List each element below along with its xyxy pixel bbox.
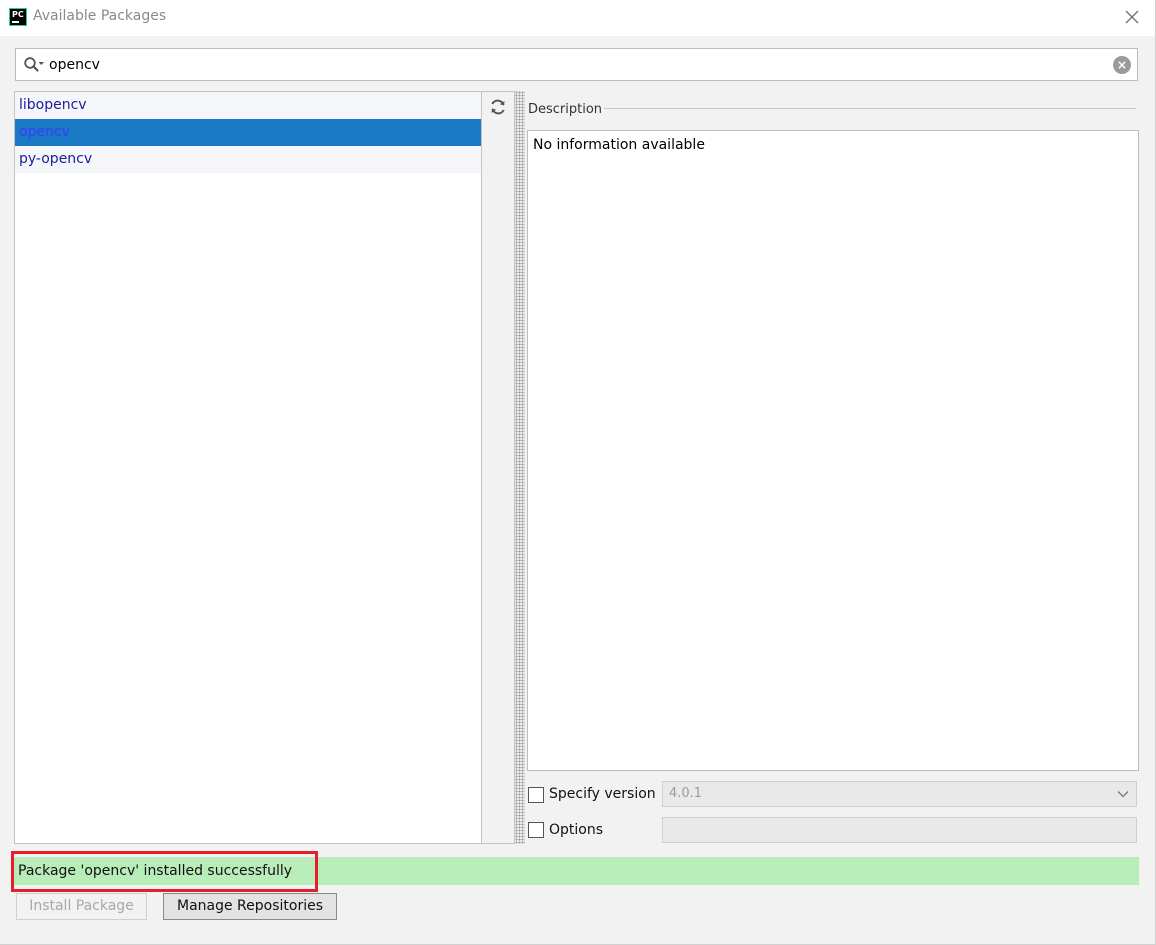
- options-input[interactable]: [662, 817, 1137, 843]
- options-label: Options: [549, 822, 604, 838]
- pycharm-app-icon: PC: [9, 8, 27, 26]
- title-bar: PC Available Packages: [0, 0, 1155, 36]
- search-field[interactable]: ×: [15, 48, 1138, 81]
- search-icon[interactable]: [23, 56, 45, 74]
- specify-version-label: Specify version: [549, 786, 656, 802]
- package-list[interactable]: libopencv opencv py-opencv: [14, 91, 482, 844]
- close-icon: [1125, 10, 1139, 24]
- version-value: 4.0.1: [669, 786, 703, 801]
- clear-search-icon[interactable]: ×: [1113, 56, 1131, 74]
- description-text: No information available: [533, 137, 705, 153]
- close-button[interactable]: [1121, 6, 1143, 28]
- install-package-button[interactable]: Install Package: [16, 893, 147, 920]
- package-item-libopencv[interactable]: libopencv: [15, 92, 481, 119]
- annotation-highlight-box: [11, 851, 318, 892]
- description-area: No information available: [527, 130, 1139, 771]
- package-item-opencv[interactable]: opencv: [15, 119, 481, 146]
- refresh-icon[interactable]: [489, 98, 507, 116]
- search-input[interactable]: [49, 54, 1099, 76]
- version-select[interactable]: 4.0.1: [662, 781, 1137, 807]
- panel-splitter[interactable]: [515, 91, 525, 844]
- chevron-down-icon: [1117, 791, 1129, 798]
- list-toolbar: [482, 91, 515, 844]
- available-packages-dialog: PC Available Packages × libopencv opencv…: [0, 0, 1156, 945]
- description-divider: [604, 108, 1136, 109]
- description-label: Description: [528, 102, 603, 117]
- specify-version-checkbox[interactable]: [528, 787, 544, 803]
- window-title: Available Packages: [33, 8, 167, 24]
- package-item-py-opencv[interactable]: py-opencv: [15, 146, 481, 173]
- manage-repositories-button[interactable]: Manage Repositories: [163, 893, 337, 920]
- options-checkbox[interactable]: [528, 822, 544, 838]
